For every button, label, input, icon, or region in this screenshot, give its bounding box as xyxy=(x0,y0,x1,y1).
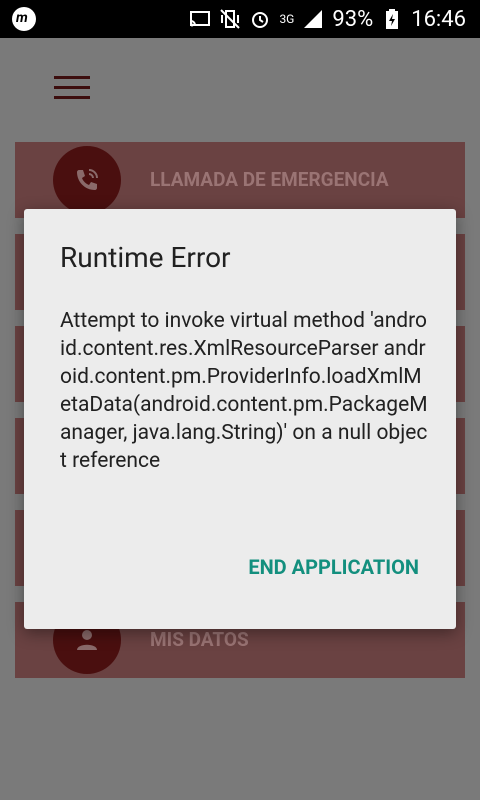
menu-item-label: LLAMADA DE EMERGENCIA xyxy=(150,168,389,191)
phone-call-icon xyxy=(53,146,121,214)
signal-icon xyxy=(304,10,323,28)
battery-charging-icon xyxy=(386,9,399,29)
menu-icon[interactable] xyxy=(54,76,90,100)
alarm-icon xyxy=(252,12,269,28)
menu-item-label: MIS DATOS xyxy=(150,628,249,651)
dialog-message: Attempt to invoke virtual method 'androi… xyxy=(60,309,428,473)
menu-item-llamada-de-emergencia[interactable]: LLAMADA DE EMERGENCIA xyxy=(15,142,465,218)
error-dialog: Runtime Error Attempt to invoke virtual … xyxy=(24,209,456,629)
battery-percent: 93% xyxy=(332,6,374,32)
network-3g-icon: 3G xyxy=(279,12,295,26)
dialog-title: Runtime Error xyxy=(60,241,231,274)
cast-icon xyxy=(190,11,211,27)
notification-m-icon: m xyxy=(12,7,36,31)
clock: 16:46 xyxy=(411,6,466,32)
end-application-button[interactable]: END APPLICATION xyxy=(248,555,419,579)
status-bar: m 3G 93% 16:46 xyxy=(0,0,480,38)
vibrate-icon xyxy=(220,9,241,29)
